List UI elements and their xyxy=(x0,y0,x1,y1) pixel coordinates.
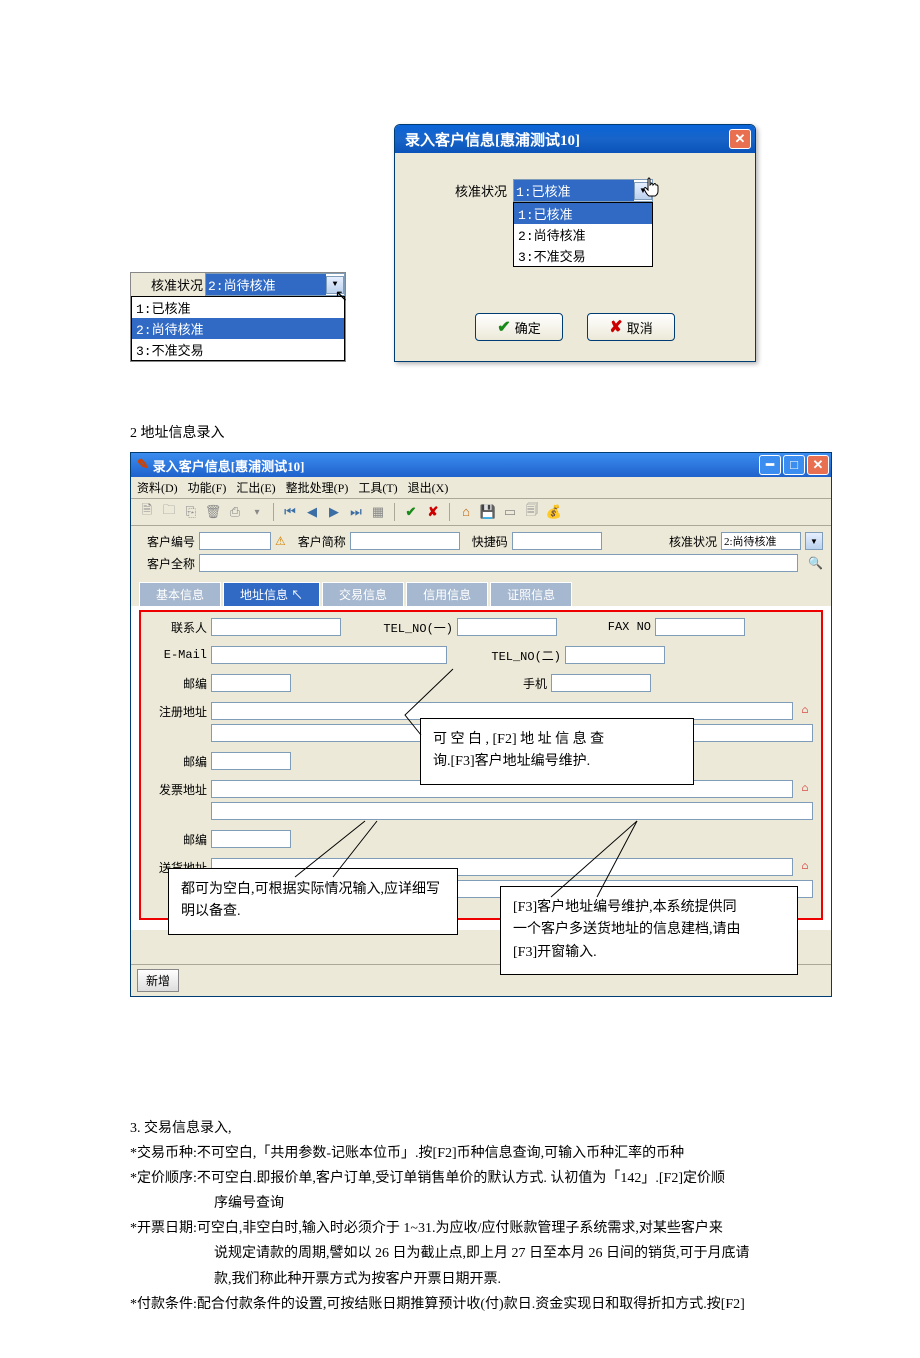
tab-bar: 基本信息 地址信息 ↖ 交易信息 信用信息 证照信息 xyxy=(131,582,831,606)
menu-export[interactable]: 汇出(E) xyxy=(236,479,275,496)
small-approve-select[interactable]: 2:尚待核准 ▼ ↖ xyxy=(205,273,345,296)
arrow-cursor-icon: ↖ xyxy=(291,588,303,602)
open-icon[interactable]: 🗀 xyxy=(161,504,177,520)
hand-cursor-icon xyxy=(642,176,660,198)
home-icon[interactable]: ⌂ xyxy=(797,860,813,874)
dialog-approve-label: 核准状况 xyxy=(455,179,507,200)
body-line: 款,我们称此种开票方式为按客户开票日期开票. xyxy=(130,1268,790,1291)
prev-icon[interactable]: ◀ xyxy=(304,504,320,520)
fax-input[interactable] xyxy=(655,618,745,636)
delete-icon[interactable]: 🗑 xyxy=(205,504,221,520)
body-line: *交易币种:不可空白,「共用参数-记账本位币」.按[F2]币种信息查询,可输入币… xyxy=(130,1142,790,1165)
toolbar: 🗎 🗀 ⎘ 🗑 ⎙ ▾ ⏮ ◀ ▶ ⏭ ▦ ✔ ✘ ⌂ 💾 ▭ 🗐 💰 xyxy=(131,499,831,526)
body-line: 序编号查询 xyxy=(130,1192,790,1215)
callout-ship-hint: [F3]客户地址编号维护,本系统提供同 一个客户多送货地址的信息建档,请由 [F… xyxy=(500,886,798,975)
home-icon[interactable]: ⌂ xyxy=(797,782,813,796)
minimize-button[interactable]: ━ xyxy=(759,455,781,475)
confirm-icon[interactable]: ✔ xyxy=(403,504,419,520)
cust-full-label: 客户全称 xyxy=(139,555,195,572)
invaddr2-input[interactable] xyxy=(211,802,813,820)
dialog-approve-options[interactable]: 1:已核准 2:尚待核准 3:不准交易 xyxy=(513,202,653,267)
tel1-input[interactable] xyxy=(457,618,557,636)
cancel-button[interactable]: ✘取消 xyxy=(587,313,675,341)
body-line: *付款条件:配合付款条件的设置,可按结账日期推算预计收(付)款日.资金实现日和取… xyxy=(130,1293,790,1316)
app-title: 录入客户信息[惠浦测试10] xyxy=(153,456,305,475)
lookup-icon[interactable]: 🔍 xyxy=(808,556,823,571)
first-icon[interactable]: ⏮ xyxy=(282,504,298,520)
menu-func[interactable]: 功能(F) xyxy=(188,479,227,496)
tab-trade[interactable]: 交易信息 xyxy=(322,582,404,606)
approve-select[interactable]: 2:尚待核准 xyxy=(721,532,801,550)
zip3-input[interactable] xyxy=(211,830,291,848)
dialog-approve-select[interactable]: 1:已核准 ▼ xyxy=(513,179,653,202)
money-icon[interactable]: 💰 xyxy=(546,504,562,520)
small-approve-label: 核准状况 xyxy=(131,273,205,296)
home-icon[interactable]: ⌂ xyxy=(797,704,813,718)
body-line: 说规定请款的周期,譬如以 26 日为截止点,即上月 27 日至本月 26 日间的… xyxy=(130,1242,790,1265)
cust-short-input[interactable] xyxy=(350,532,460,550)
menu-bar[interactable]: 资料(D) 功能(F) 汇出(E) 整批处理(P) 工具(T) 退出(X) xyxy=(131,477,831,499)
menu-batch[interactable]: 整批处理(P) xyxy=(286,479,349,496)
approve-dialog: 录入客户信息[惠浦测试10] ✕ 核准状况 1:已核准 ▼ xyxy=(394,124,756,362)
approve-label: 核准状况 xyxy=(657,533,717,550)
arrow-cursor-icon: ↖ xyxy=(335,286,348,306)
menu-exit[interactable]: 退出(X) xyxy=(408,479,449,496)
close-button[interactable]: ✕ xyxy=(729,129,751,149)
contact-input[interactable] xyxy=(211,618,341,636)
reject-icon[interactable]: ✘ xyxy=(425,504,441,520)
app-icon: ✎ xyxy=(137,457,149,474)
chevron-down-icon[interactable]: ▼ xyxy=(805,532,823,550)
ok-button[interactable]: ✔确定 xyxy=(475,313,563,341)
copy-icon[interactable]: ⎘ xyxy=(183,504,199,520)
small-approve-options[interactable]: 1:已核准 2:尚待核准 3:不准交易 xyxy=(131,296,345,361)
small-dropdown-widget: 核准状况 2:尚待核准 ▼ ↖ 1:已核准 2:尚待核准 3:不准交易 xyxy=(130,272,346,362)
section-2-heading: 2 地址信息录入 xyxy=(130,422,790,442)
cust-full-input[interactable] xyxy=(199,554,798,572)
x-icon: ✘ xyxy=(609,317,622,337)
body-line: *定价顺序:不可空白.即报价单,客户订单,受订单销售单价的默认方式. 认初值为「… xyxy=(130,1167,790,1190)
grid-icon[interactable]: ▦ xyxy=(370,504,386,520)
menu-data[interactable]: 资料(D) xyxy=(137,479,178,496)
print-icon[interactable]: ⎙ xyxy=(227,504,243,520)
zip1-input[interactable] xyxy=(211,674,291,692)
check-icon: ✔ xyxy=(497,317,510,337)
tel2-input[interactable] xyxy=(565,646,665,664)
new-icon[interactable]: 🗎 xyxy=(139,504,155,520)
dialog-titlebar[interactable]: 录入客户信息[惠浦测试10] ✕ xyxy=(395,125,755,153)
maximize-button[interactable]: □ xyxy=(783,455,805,475)
tab-credit[interactable]: 信用信息 xyxy=(406,582,488,606)
mobile-input[interactable] xyxy=(551,674,651,692)
cust-no-input[interactable] xyxy=(199,532,271,550)
cust-no-label: 客户编号 xyxy=(139,533,195,550)
callout-blank-hint: 都可为空白,可根据实际情况输入,应详细写明以备查. xyxy=(168,868,458,935)
last-icon[interactable]: ⏭ xyxy=(348,504,364,520)
dialog-title: 录入客户信息[惠浦测试10] xyxy=(405,129,580,150)
tab-cert[interactable]: 证照信息 xyxy=(490,582,572,606)
tab-address[interactable]: 地址信息 ↖ xyxy=(223,582,320,606)
card-icon[interactable]: ▭ xyxy=(502,504,518,520)
cust-short-label: 客户简称 xyxy=(290,533,346,550)
next-icon[interactable]: ▶ xyxy=(326,504,342,520)
save-icon[interactable]: 💾 xyxy=(480,504,496,520)
email-input[interactable] xyxy=(211,646,447,664)
app-titlebar[interactable]: ✎录入客户信息[惠浦测试10] ━ □ ✕ xyxy=(131,453,831,477)
menu-tools[interactable]: 工具(T) xyxy=(358,479,397,496)
quick-code-input[interactable] xyxy=(512,532,602,550)
zip2-input[interactable] xyxy=(211,752,291,770)
alert-icon: ⚠ xyxy=(275,534,286,549)
quick-code-label: 快捷码 xyxy=(464,533,508,550)
tab-basic[interactable]: 基本信息 xyxy=(139,582,221,606)
chevron-down-icon[interactable]: ▾ xyxy=(249,504,265,520)
home-icon[interactable]: ⌂ xyxy=(458,504,474,520)
sheet-icon[interactable]: 🗐 xyxy=(524,504,540,520)
body-line: *开票日期:可空白,非空白时,输入时必须介于 1~31.为应收/应付账款管理子系… xyxy=(130,1217,790,1240)
close-button[interactable]: ✕ xyxy=(807,455,829,475)
callout-addr-hint: 可 空 白 , [F2] 地 址 信 息 查 询.[F3]客户地址编号维护. xyxy=(420,718,694,785)
new-status-button[interactable]: 新增 xyxy=(137,969,179,992)
section-3-heading: 3. 交易信息录入, xyxy=(130,1117,790,1140)
